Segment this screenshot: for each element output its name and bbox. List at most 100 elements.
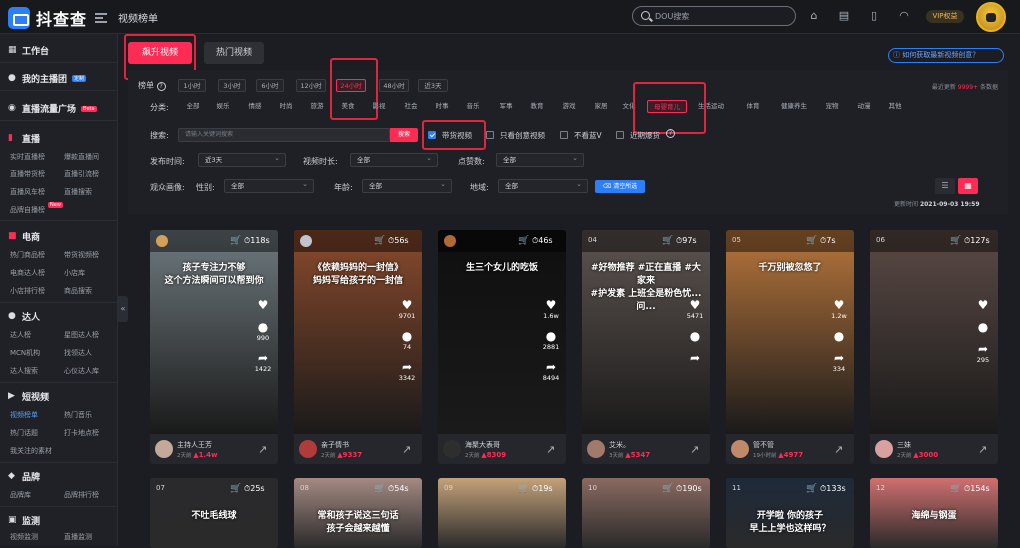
sidebar-collapse-button[interactable]: «	[118, 296, 128, 322]
author-name[interactable]: 海聚大表哥	[465, 440, 500, 450]
help-icon[interactable]: ?	[666, 129, 675, 138]
author-name[interactable]: 管不管	[753, 440, 774, 450]
category-option[interactable]: 家居	[590, 100, 612, 113]
sidebar-item-kol[interactable]: 心仪达人库	[64, 366, 99, 376]
time-range-option[interactable]: 3小时	[218, 79, 246, 92]
author-name[interactable]: 艾米。	[609, 440, 630, 450]
sidebar-item-video[interactable]: 热门音乐	[64, 410, 92, 420]
region-select[interactable]: 全部	[498, 178, 588, 193]
author-avatar[interactable]	[875, 440, 893, 458]
video-card[interactable]: 12 🛒 ⏱154s 海绵与钢蛋	[870, 478, 998, 548]
tab-hot-videos[interactable]: 热门视频	[204, 42, 264, 64]
list-view-button[interactable]: ☰	[935, 178, 955, 194]
author-avatar[interactable]	[299, 440, 317, 458]
trend-chart-icon[interactable]: ↗	[258, 443, 267, 456]
keyword-search-button[interactable]: 搜索	[390, 128, 418, 142]
sidebar-item-ecommerce[interactable]: 小店库	[64, 268, 85, 278]
sidebar-item-ecommerce[interactable]: 小店排行榜	[10, 286, 45, 296]
sidebar-item-kol[interactable]: 星图达人榜	[64, 330, 99, 340]
category-option[interactable]: 全部	[181, 100, 205, 113]
sidebar-item-monitor[interactable]: 直播监测	[64, 532, 92, 542]
sidebar-item-live[interactable]: 直播带货榜	[10, 169, 45, 179]
shop-icon[interactable]: ⌂	[806, 9, 822, 23]
document-icon[interactable]: ▯	[866, 9, 882, 23]
category-option[interactable]: 健康养生	[776, 100, 812, 113]
headset-icon[interactable]: ◠	[896, 9, 912, 23]
global-search-input[interactable]: DOU搜索	[632, 6, 796, 26]
video-card[interactable]: 05 🛒 ⏱7s 千万别被忽悠了 ♥ 1.2w ● ➦ 334 管不管 19小时前 ▲4977 ↗	[726, 230, 854, 464]
sidebar-item-kol[interactable]: 达人搜索	[10, 366, 38, 376]
video-card[interactable]: 09 🛒 ⏱19s	[438, 478, 566, 548]
sidebar-item-workbench[interactable]: ▦ 工作台	[8, 44, 49, 58]
time-range-option[interactable]: 48小时	[379, 79, 409, 92]
grid-view-button[interactable]: ▦	[958, 178, 978, 194]
sidebar-item-video[interactable]: 打卡地点榜	[64, 428, 99, 438]
sidebar-item-kol[interactable]: MCN机构	[10, 348, 40, 358]
category-option[interactable]: 其他	[884, 100, 906, 113]
category-option[interactable]: 影视	[368, 100, 390, 113]
video-card[interactable]: 07 🛒 ⏱25s 不吐毛线球	[150, 478, 278, 548]
recent-sold-checkbox[interactable]	[616, 131, 624, 139]
sidebar-item-monitor[interactable]: 视频监测	[10, 532, 38, 542]
trend-chart-icon[interactable]: ↗	[546, 443, 555, 456]
sidebar-item-kol[interactable]: 达人榜	[10, 330, 31, 340]
category-option[interactable]: 情感	[244, 100, 266, 113]
video-card[interactable]: 11 🛒 ⏱133s 开学啦 你的孩子 早上上学也这样吗？	[726, 478, 854, 548]
category-option[interactable]: 宠物	[821, 100, 843, 113]
likes-select[interactable]: 全部	[496, 152, 584, 167]
user-avatar[interactable]	[976, 2, 1006, 32]
trend-chart-icon[interactable]: ↗	[978, 443, 987, 456]
duration-select[interactable]: 全部	[350, 152, 438, 167]
video-card[interactable]: 06 🛒 ⏱127s ♥ ● ➦ 295 三妹 2天前 ▲3000 ↗	[870, 230, 998, 464]
sidebar-item-kol[interactable]: 找领达人	[64, 348, 92, 358]
sidebar-item-brand[interactable]: 品牌排行榜	[64, 490, 99, 500]
video-card[interactable]: 04 🛒 ⏱97s #好物推荐 #正在直播 #大家来 #护发素 上班全是粉色忧...问…	[582, 230, 710, 464]
category-option[interactable]: 军事	[495, 100, 517, 113]
help-icon[interactable]: ?	[156, 82, 166, 91]
category-option[interactable]: 音乐	[462, 100, 484, 113]
category-option[interactable]: 娱乐	[212, 100, 234, 113]
time-range-option[interactable]: 1小时	[178, 79, 206, 92]
sidebar-item-live[interactable]: 品牌自播榜	[10, 205, 45, 215]
author-avatar[interactable]	[155, 440, 173, 458]
help-link[interactable]: ⓘ 如何获取最新视频创意？	[888, 48, 1004, 63]
publish-time-select[interactable]: 近3天	[198, 152, 286, 167]
gender-select[interactable]: 全部	[224, 178, 314, 193]
sidebar-item-live-traffic[interactable]: ◉ 直播流量广场 Beta	[8, 102, 97, 115]
creative-video-checkbox[interactable]	[486, 131, 494, 139]
keyword-search-input[interactable]: 请输入关键词搜索	[178, 128, 390, 142]
printer-icon[interactable]: ▤	[836, 9, 852, 23]
sidebar-item-video-active[interactable]: 视频榜单	[10, 410, 38, 420]
video-card[interactable]: 10 🛒 ⏱190s	[582, 478, 710, 548]
exclude-blue-v-checkbox[interactable]	[560, 131, 568, 139]
category-option[interactable]: 动漫	[853, 100, 875, 113]
sidebar-item-live[interactable]: 直播风车榜	[10, 187, 45, 197]
category-option[interactable]: 教育	[526, 100, 548, 113]
sidebar-item-ecommerce[interactable]: 商品搜索	[64, 286, 92, 296]
sidebar-item-ecommerce[interactable]: 热门商品榜	[10, 250, 45, 260]
vip-badge[interactable]: VIP权益	[926, 10, 964, 23]
category-option[interactable]: 社会	[400, 100, 422, 113]
sidebar-item-brand[interactable]: 品牌库	[10, 490, 31, 500]
sidebar-item-ecommerce[interactable]: 带货视频榜	[64, 250, 99, 260]
category-option[interactable]: 体育	[742, 100, 764, 113]
sidebar-item-live[interactable]: 实时直播榜	[10, 152, 45, 162]
video-card[interactable]: 🛒 ⏱56s 《依赖妈妈的一封信》 妈妈写给孩子的一封信 ♥ 9701 ● 74 ➦ 3342 亲…	[294, 230, 422, 464]
clear-filters-button[interactable]: ⌫ 清空所选	[595, 180, 645, 193]
trend-chart-icon[interactable]: ↗	[834, 443, 843, 456]
sidebar-item-ecommerce[interactable]: 电商达人榜	[10, 268, 45, 278]
author-name[interactable]: 主持人王芳	[177, 440, 212, 450]
time-range-option[interactable]: 6小时	[256, 79, 284, 92]
video-card[interactable]: 🛒 ⏱46s 生三个女儿的吃饭 ♥ 1.6w ● 2881 ➦ 8494 海聚大表哥 2天前 ▲83…	[438, 230, 566, 464]
sidebar-item-live[interactable]: 爆款直播间	[64, 152, 99, 162]
category-option[interactable]: 游戏	[558, 100, 580, 113]
trend-chart-icon[interactable]: ↗	[402, 443, 411, 456]
sidebar-item-anchor-team[interactable]: ● 我的主播团 定制	[8, 72, 87, 85]
sidebar-item-video[interactable]: 我关注的素材	[10, 446, 52, 456]
author-avatar[interactable]	[587, 440, 605, 458]
author-name[interactable]: 三妹	[897, 440, 911, 450]
author-avatar[interactable]	[443, 440, 461, 458]
author-avatar[interactable]	[731, 440, 749, 458]
age-select[interactable]: 全部	[362, 178, 452, 193]
app-logo[interactable]: 抖查查	[8, 6, 108, 30]
